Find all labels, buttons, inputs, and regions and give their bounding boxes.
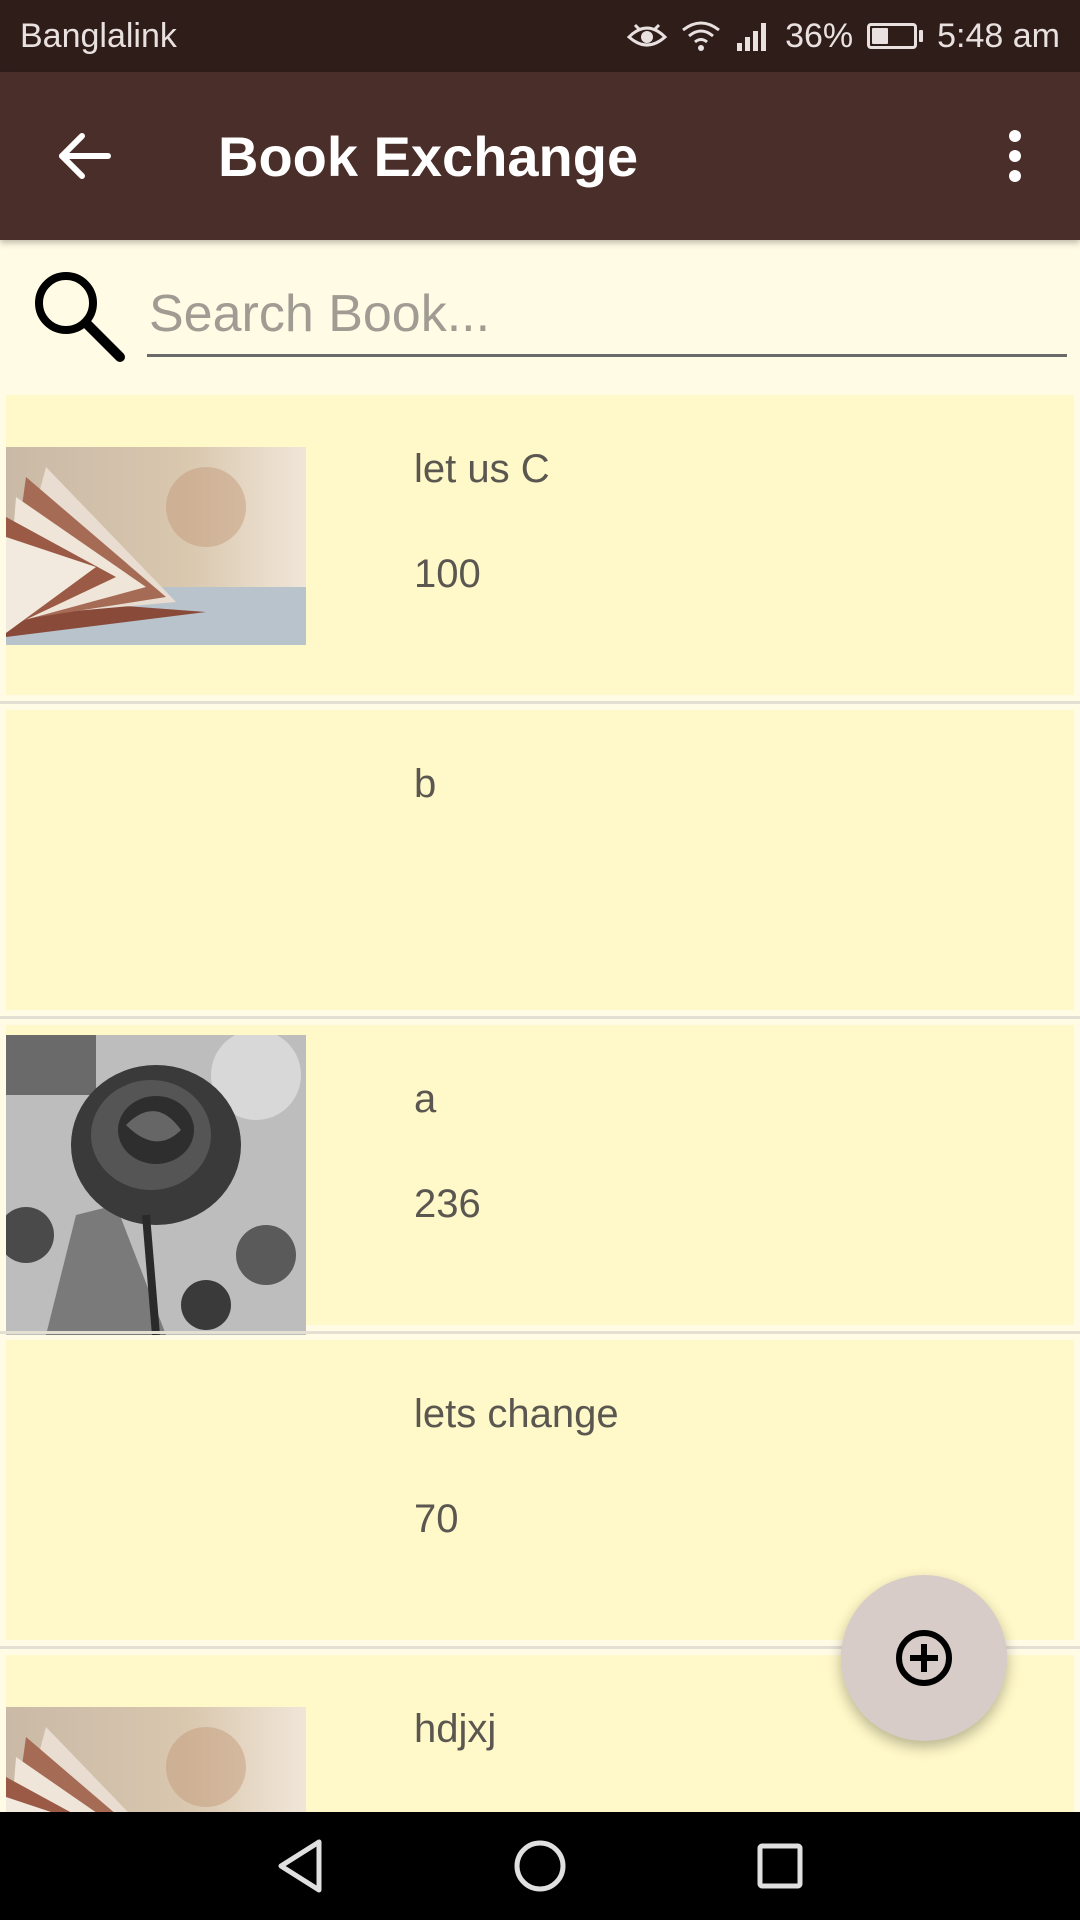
divider <box>0 1325 1080 1340</box>
page-title: Book Exchange <box>218 124 639 188</box>
recents-square-icon <box>757 1843 803 1889</box>
book-title: let us C <box>414 447 550 491</box>
nav-home-button[interactable] <box>500 1826 580 1906</box>
screen: Banglalink 36% 5:48 am Book Exchange Sea… <box>0 0 1080 1920</box>
add-circle-icon <box>896 1630 952 1686</box>
book-title: a <box>414 1077 437 1121</box>
back-button[interactable] <box>0 72 168 240</box>
add-book-button[interactable] <box>841 1575 1007 1741</box>
overflow-menu-button[interactable] <box>950 72 1080 240</box>
book-title: hdjxj <box>414 1707 497 1751</box>
search-input[interactable] <box>147 273 1067 357</box>
book-price: 236 <box>414 1182 481 1226</box>
search-icon[interactable] <box>0 240 147 390</box>
book-card[interactable]: let us C 100 <box>6 395 1074 695</box>
book-price: 70 <box>414 1497 459 1541</box>
book-price: 100 <box>414 552 481 596</box>
nav-recents-button[interactable] <box>740 1826 820 1906</box>
back-triangle-icon <box>278 1839 322 1893</box>
book-thumbnail <box>6 1035 306 1335</box>
clock: 5:48 am <box>937 16 1060 55</box>
book-title: lets change <box>414 1392 619 1436</box>
home-circle-icon <box>514 1840 566 1892</box>
signal-icon <box>735 21 771 51</box>
book-thumbnail <box>6 447 306 645</box>
battery-icon <box>867 23 924 49</box>
search-bar <box>0 240 1080 390</box>
more-vert-icon <box>1009 130 1021 182</box>
wifi-icon <box>681 20 721 52</box>
book-title: b <box>414 762 437 806</box>
divider <box>0 1010 1080 1025</box>
open-book-photo <box>6 447 306 645</box>
battery-percent: 36% <box>785 16 854 55</box>
book-card[interactable]: a 236 <box>6 1025 1074 1335</box>
rose-photo <box>6 1035 306 1335</box>
eye-icon <box>627 21 668 51</box>
carrier-name: Banglalink <box>20 16 177 55</box>
arrow-left-icon <box>59 133 111 179</box>
book-card[interactable]: b <box>6 710 1074 1010</box>
status-icons: 36% 5:48 am <box>627 17 1060 56</box>
system-nav-bar <box>0 1812 1080 1920</box>
app-bar: Book Exchange <box>0 72 1080 240</box>
divider <box>0 695 1080 710</box>
nav-back-button[interactable] <box>260 1826 340 1906</box>
status-bar: Banglalink 36% 5:48 am <box>0 0 1080 72</box>
